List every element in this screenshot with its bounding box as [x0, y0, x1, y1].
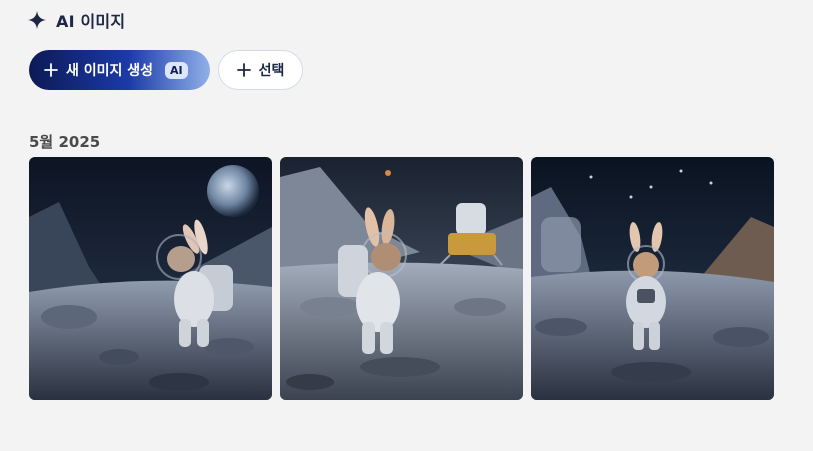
select-label: 선택: [258, 63, 285, 79]
page-title: AI 이미지: [56, 12, 126, 31]
rabbit-astronaut-image: [29, 157, 272, 400]
select-button[interactable]: 선택: [218, 50, 303, 90]
rabbit-astronaut-image: [280, 157, 523, 400]
image-thumbnail[interactable]: [29, 157, 272, 400]
plus-icon: [236, 63, 251, 77]
ai-badge: AI: [165, 61, 188, 79]
image-thumbnail[interactable]: [531, 157, 774, 400]
rabbit-astronaut-image: [531, 157, 774, 400]
sparkle-icon: [28, 11, 46, 29]
page-header: AI 이미지: [28, 8, 125, 32]
new-image-button[interactable]: 새 이미지 생성 AI: [29, 50, 210, 90]
plus-icon: [44, 63, 58, 77]
image-gallery: [29, 157, 774, 400]
image-thumbnail[interactable]: [280, 157, 523, 400]
toolbar: 새 이미지 생성 AI 선택: [29, 50, 303, 90]
new-image-label: 새 이미지 생성: [66, 63, 154, 79]
date-section-label: 5월 2025: [29, 133, 101, 151]
